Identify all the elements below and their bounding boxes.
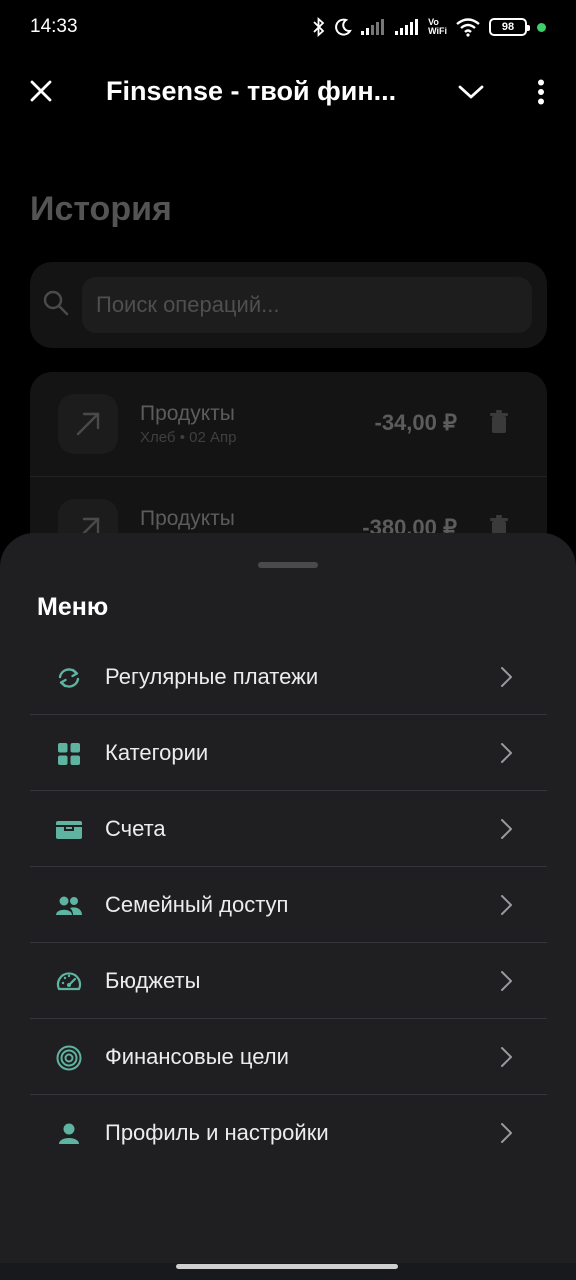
chevron-right-icon [501,895,512,915]
app-title: Finsense - твой фин... [106,76,397,106]
signal-icon [395,19,419,35]
chevron-right-icon [501,743,512,763]
chevron-right-icon [501,1123,512,1143]
menu-item-financial-goals[interactable]: Финансовые цели [30,1019,547,1095]
recurring-icon [56,665,82,691]
operation-title: Продукты [140,402,235,425]
search-input[interactable] [82,277,532,333]
person-icon [56,1121,82,1147]
family-icon [56,893,82,919]
moon-icon [335,18,353,36]
menu-item-profile-settings[interactable]: Профиль и настройки [30,1095,547,1171]
vowifi-bottom: WiFi [428,26,447,36]
close-button[interactable] [22,72,60,110]
app-bar: Finsense - твой фин... [0,58,576,126]
search-icon [43,290,69,316]
operation-amount: -34,00 ₽ [374,410,458,435]
menu-item-label: Регулярные платежи [105,664,319,689]
expense-arrow-icon [58,394,118,454]
status-bar: 14:33 Vo WiFi 98 [0,0,576,54]
categories-icon [56,741,82,767]
menu-item-label: Счета [105,816,166,841]
wallet-icon [56,817,82,843]
status-time: 14:33 [30,16,78,37]
signal-icon [361,19,385,35]
page-title: История [30,190,172,228]
menu-item-label: Категории [105,740,209,765]
drag-handle[interactable] [258,562,318,568]
vowifi-label: Vo WiFi [428,18,447,36]
home-indicator[interactable] [176,1264,398,1269]
menu-item-label: Финансовые цели [105,1044,289,1069]
trash-icon[interactable] [489,410,509,434]
chevron-down-icon [458,85,484,99]
menu-item-budgets[interactable]: Бюджеты [30,943,547,1019]
menu-item-label: Семейный доступ [105,892,289,917]
operation-title: Продукты [140,507,235,530]
chevron-right-icon [501,1047,512,1067]
target-icon [56,1045,82,1071]
operation-subtitle: Хлеб • 02 Апр [140,429,237,446]
menu-title: Меню [37,593,109,621]
status-icons: Vo WiFi 98 [312,17,546,37]
expand-button[interactable] [452,74,490,110]
chevron-right-icon [501,971,512,991]
bluetooth-icon [313,17,325,37]
menu-list: Регулярные платежи Категории Счета Семей… [30,639,547,1171]
more-vert-icon [538,79,544,105]
chevron-right-icon [501,667,512,687]
operation-row[interactable]: Продукты Хлеб • 02 Апр -34,00 ₽ [30,372,547,476]
menu-item-label: Профиль и настройки [105,1120,329,1145]
battery-indicator: 98 [489,18,530,36]
more-options-button[interactable] [524,72,558,112]
privacy-dot [537,22,546,32]
menu-item-recurring-payments[interactable]: Регулярные платежи [30,639,547,715]
menu-item-family-access[interactable]: Семейный доступ [30,867,547,943]
menu-item-label: Бюджеты [105,968,201,993]
menu-bottom-sheet: Меню Регулярные платежи Категории Счета [0,533,576,1263]
wifi-icon [456,18,480,37]
chevron-right-icon [501,819,512,839]
close-icon [30,80,52,102]
speedometer-icon [56,969,82,995]
menu-item-categories[interactable]: Категории [30,715,547,791]
menu-item-accounts[interactable]: Счета [30,791,547,867]
